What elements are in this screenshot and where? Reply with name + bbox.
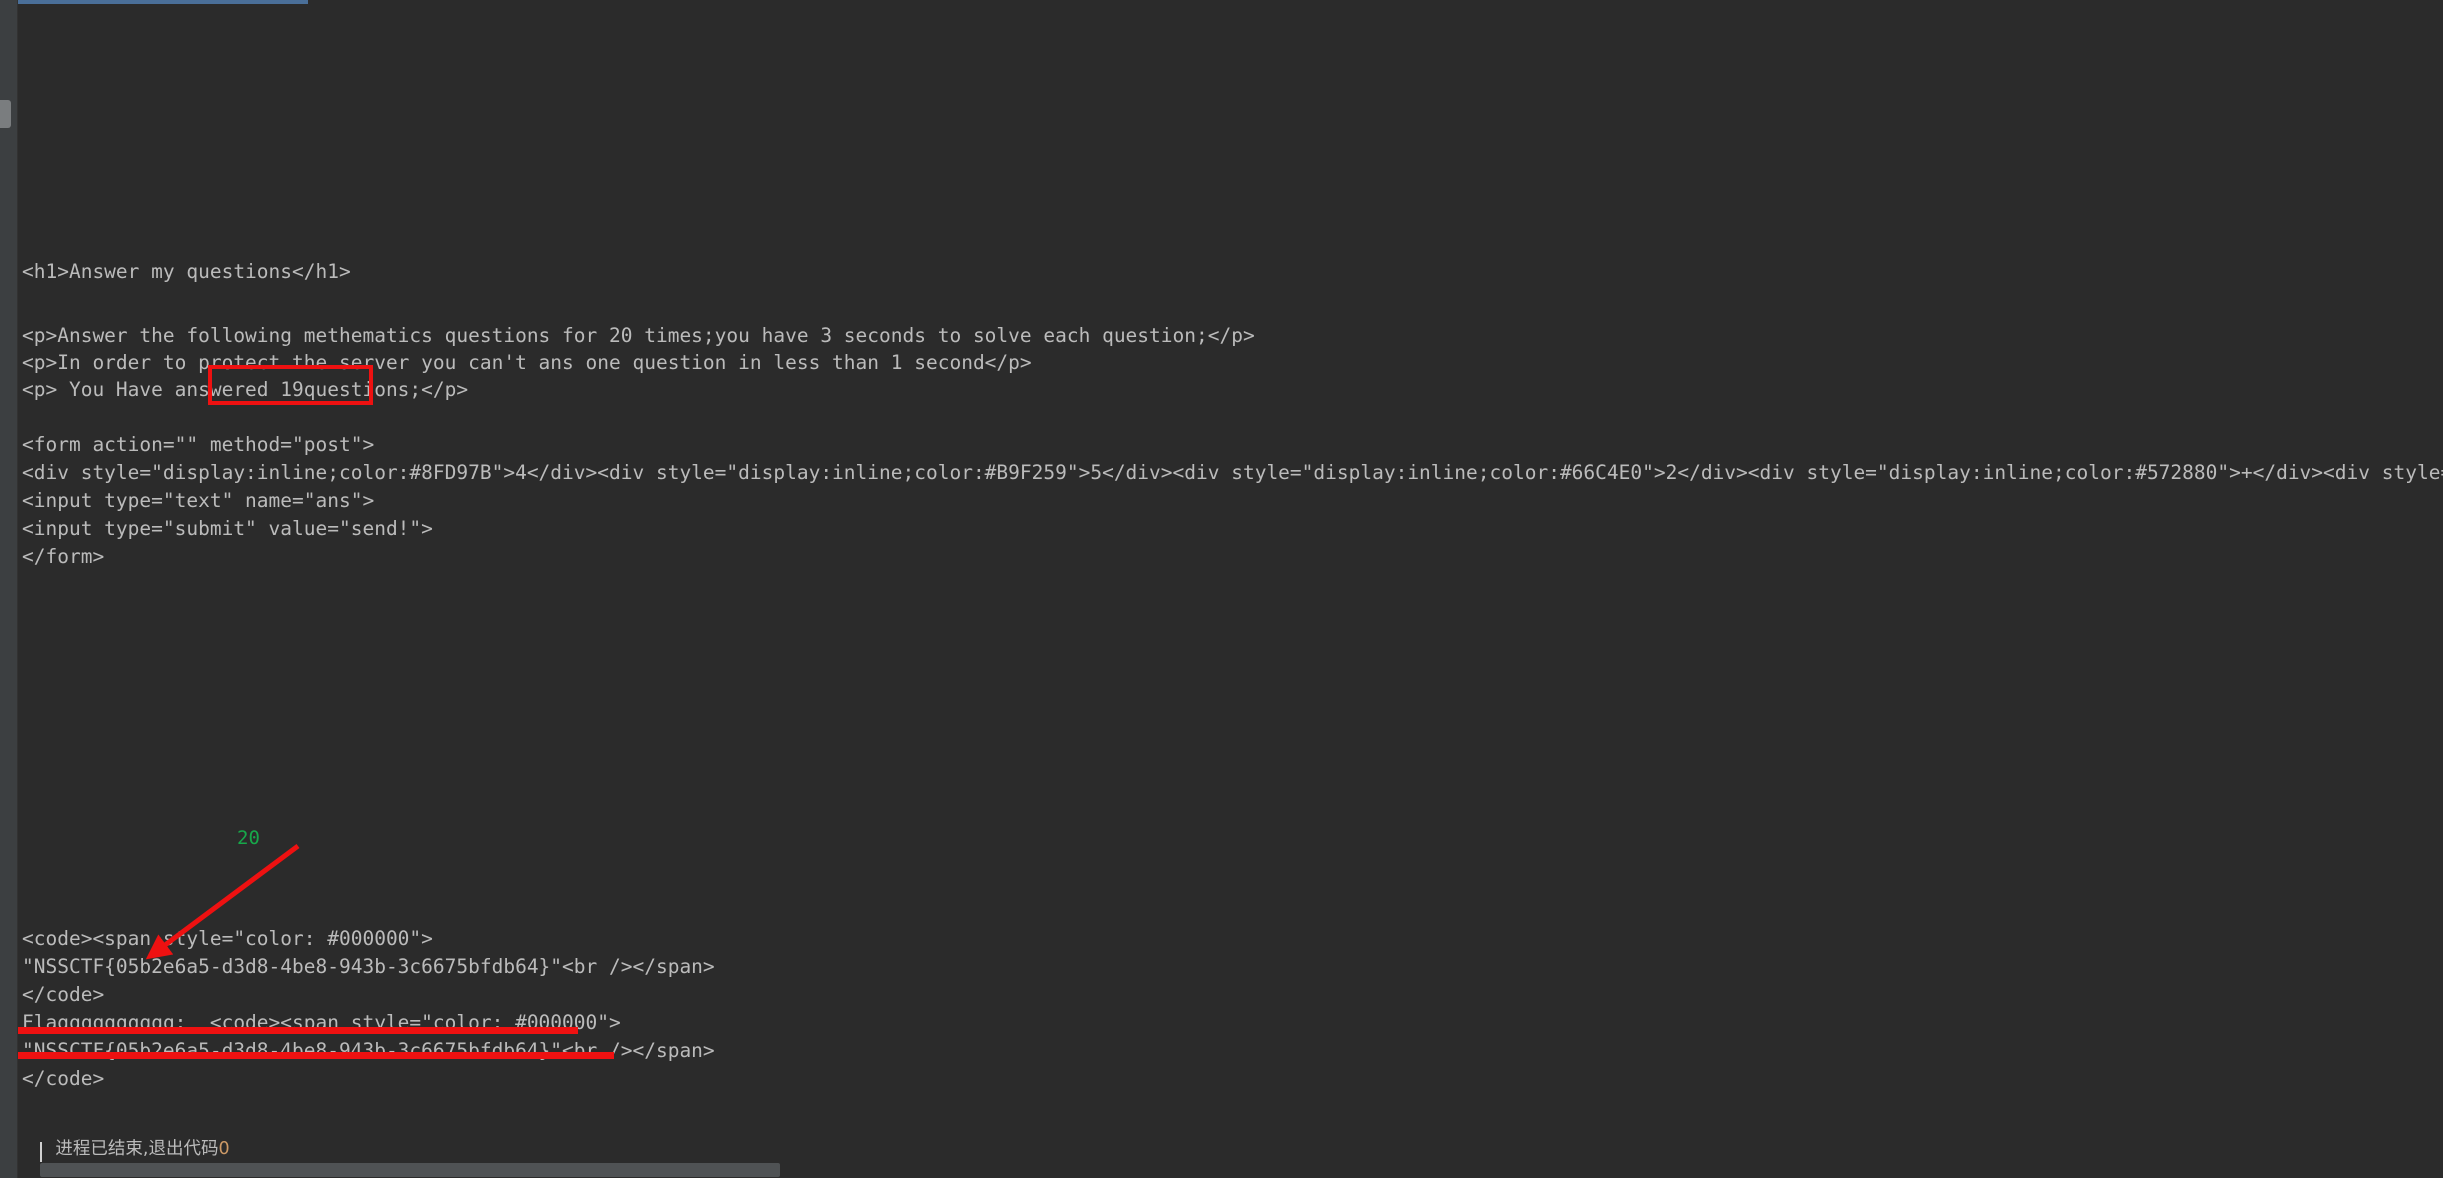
console-line: <code><span style="color: #000000"> — [22, 927, 433, 950]
exit-message-text: 进程已结束,退出代码 — [55, 1139, 219, 1159]
horizontal-scrollbar-track[interactable] — [18, 1162, 2443, 1178]
console-caret — [40, 1142, 42, 1164]
run-console-window: <h1>Answer my questions</h1> <p>Answer th… — [0, 0, 2443, 1178]
console-line: <p>In order to protect the server you ca… — [22, 351, 1032, 374]
console-line: <p> You Have answered 19questions;</p> — [22, 378, 469, 401]
console-line: <p>Answer the following methematics ques… — [22, 324, 1255, 347]
console-line: <div style="display:inline;color:#8FD97B… — [22, 461, 2443, 484]
gutter-marker[interactable] — [0, 100, 11, 128]
console-line: "NSSCTF{05b2e6a5-d3d8-4be8-943b-3c6675bf… — [22, 1039, 715, 1062]
horizontal-scrollbar-thumb[interactable] — [40, 1163, 780, 1177]
console-gutter — [0, 0, 18, 1178]
console-output-area[interactable]: <h1>Answer my questions</h1> <p>Answer th… — [18, 4, 2443, 1178]
console-line: </form> — [22, 545, 105, 568]
console-line: <input type="submit" value="send!"> — [22, 517, 433, 540]
console-line: <input type="text" name="ans"> — [22, 489, 375, 512]
exit-code-value: 0 — [218, 1139, 230, 1159]
annotation-label-20: 20 — [237, 827, 260, 849]
console-line: "NSSCTF{05b2e6a5-d3d8-4be8-943b-3c6675bf… — [22, 955, 715, 978]
console-line: <form action="" method="post"> — [22, 433, 375, 456]
console-line: </code> — [22, 1067, 105, 1090]
console-line: Flagqqqqqqqqq: <code><span style="color:… — [22, 1011, 621, 1034]
console-line: </code> — [22, 983, 105, 1006]
console-line: <h1>Answer my questions</h1> — [22, 260, 351, 283]
